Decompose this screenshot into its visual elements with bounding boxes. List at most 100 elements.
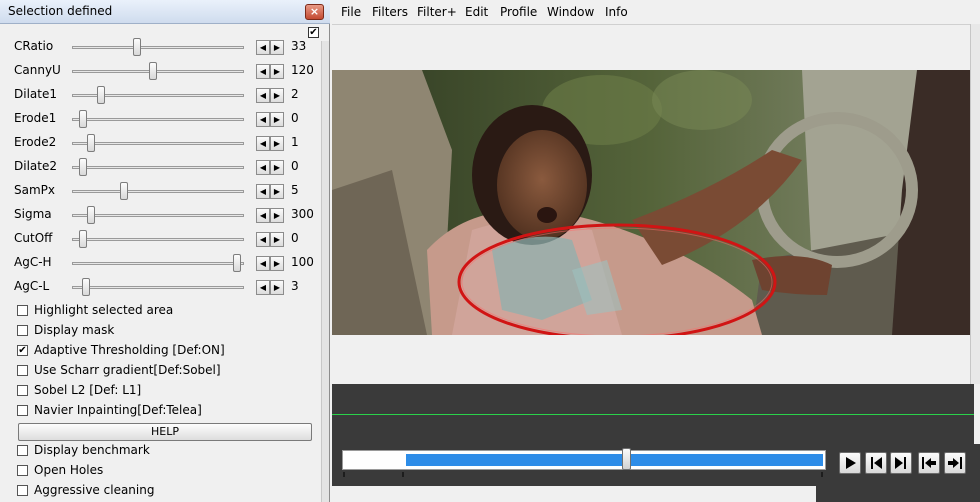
checkbox-label: Use Scharr gradient[Def:Sobel]: [34, 363, 221, 377]
increment-button[interactable]: ▶: [270, 208, 284, 223]
slider-track-agc-h[interactable]: [72, 262, 244, 265]
decrement-button[interactable]: ◀: [256, 208, 270, 223]
toolbar-area: [332, 24, 980, 70]
increment-button[interactable]: ▶: [270, 280, 284, 295]
slider-thumb-cannyu[interactable]: [149, 62, 157, 80]
slider-thumb-agc-h[interactable]: [233, 254, 241, 272]
decrement-button[interactable]: ◀: [256, 88, 270, 103]
slider-thumb-agc-l[interactable]: [82, 278, 90, 296]
slider-thumb-erode2[interactable]: [87, 134, 95, 152]
slider-value: 0: [291, 111, 299, 125]
increment-button[interactable]: ▶: [270, 232, 284, 247]
slider-track-cannyu[interactable]: [72, 70, 244, 73]
slider-track-erode1[interactable]: [72, 118, 244, 121]
slider-track-erode2[interactable]: [72, 142, 244, 145]
option-navier-inpainting-def-telea[interactable]: Navier Inpainting[Def:Telea]: [0, 401, 330, 421]
menu-edit[interactable]: Edit: [465, 5, 488, 19]
increment-button[interactable]: ▶: [270, 88, 284, 103]
increment-button[interactable]: ▶: [270, 160, 284, 175]
slider-row-cannyu: CannyU ◀ ▶ 120: [0, 59, 330, 83]
play-button[interactable]: [839, 452, 861, 474]
slider-track-cratio[interactable]: [72, 46, 244, 49]
go-start-button[interactable]: [918, 452, 940, 474]
slider-thumb-dilate2[interactable]: [79, 158, 87, 176]
decrement-button[interactable]: ◀: [256, 184, 270, 199]
increment-button[interactable]: ▶: [270, 256, 284, 271]
go-end-button[interactable]: [944, 452, 966, 474]
checkbox[interactable]: ✔: [17, 345, 28, 356]
slider-label: Erode1: [14, 111, 57, 125]
increment-button[interactable]: ▶: [270, 184, 284, 199]
seek-bar[interactable]: [342, 450, 826, 470]
slider-track-dilate2[interactable]: [72, 166, 244, 169]
vertical-scrollbar[interactable]: [970, 24, 980, 384]
checkbox[interactable]: [17, 385, 28, 396]
go-end-icon: [948, 457, 962, 469]
option-display-benchmark[interactable]: Display benchmark: [0, 441, 330, 461]
prev-frame-button[interactable]: [865, 452, 887, 474]
slider-thumb-sigma[interactable]: [87, 206, 95, 224]
dialog-titlebar[interactable]: Selection defined ×: [0, 0, 330, 24]
slider-row-cutoff: CutOff ◀ ▶ 0: [0, 227, 330, 251]
decrement-button[interactable]: ◀: [256, 160, 270, 175]
option-adaptive-thresholding-def-on[interactable]: ✔ Adaptive Thresholding [Def:ON]: [0, 341, 330, 361]
slider-thumb-dilate1[interactable]: [97, 86, 105, 104]
menu-file[interactable]: File: [341, 5, 361, 19]
decrement-button[interactable]: ◀: [256, 256, 270, 271]
slider-row-sigma: Sigma ◀ ▶ 300: [0, 203, 330, 227]
next-frame-icon: [895, 457, 906, 469]
increment-button[interactable]: ▶: [270, 112, 284, 127]
decrement-button[interactable]: ◀: [256, 64, 270, 79]
close-button[interactable]: ×: [305, 4, 324, 20]
option-display-mask[interactable]: Display mask: [0, 321, 330, 341]
menu-info[interactable]: Info: [605, 5, 628, 19]
checkbox[interactable]: [17, 485, 28, 496]
slider-track-sampx[interactable]: [72, 190, 244, 193]
slider-track-sigma[interactable]: [72, 214, 244, 217]
checkbox[interactable]: [17, 405, 28, 416]
slider-track-cutoff[interactable]: [72, 238, 244, 241]
slider-row-cratio: CRatio ◀ ▶ 33: [0, 35, 330, 59]
increment-button[interactable]: ▶: [270, 40, 284, 55]
option-highlight-selected-area[interactable]: Highlight selected area: [0, 301, 330, 321]
decrement-button[interactable]: ◀: [256, 280, 270, 295]
decrement-button[interactable]: ◀: [256, 112, 270, 127]
option-use-scharr-gradient-def-sobel[interactable]: Use Scharr gradient[Def:Sobel]: [0, 361, 330, 381]
checkbox[interactable]: [17, 305, 28, 316]
seek-selection-range: [406, 454, 823, 466]
slider-value: 3: [291, 279, 299, 293]
option-sobel-l2-def-l1[interactable]: Sobel L2 [Def: L1]: [0, 381, 330, 401]
menu-filters[interactable]: Filters: [372, 5, 408, 19]
seek-handle[interactable]: [622, 448, 631, 470]
slider-row-erode2: Erode2 ◀ ▶ 1: [0, 131, 330, 155]
option-open-holes[interactable]: Open Holes: [0, 461, 330, 481]
slider-thumb-cutoff[interactable]: [79, 230, 87, 248]
decrement-button[interactable]: ◀: [256, 232, 270, 247]
dialog-scrollbar[interactable]: [321, 41, 329, 502]
slider-row-dilate1: Dilate1 ◀ ▶ 2: [0, 83, 330, 107]
decrement-button[interactable]: ◀: [256, 40, 270, 55]
slider-thumb-erode1[interactable]: [79, 110, 87, 128]
slider-row-sampx: SamPx ◀ ▶ 5: [0, 179, 330, 203]
option-aggressive-cleaning[interactable]: Aggressive cleaning: [0, 481, 330, 501]
next-frame-button[interactable]: [890, 452, 912, 474]
checkbox[interactable]: [17, 325, 28, 336]
checkbox[interactable]: [17, 365, 28, 376]
slider-track-agc-l[interactable]: [72, 286, 244, 289]
increment-button[interactable]: ▶: [270, 136, 284, 151]
slider-label: CannyU: [14, 63, 61, 77]
preview-margin: [332, 335, 970, 384]
checkbox-label: Display mask: [34, 323, 115, 337]
decrement-button[interactable]: ◀: [256, 136, 270, 151]
help-button[interactable]: HELP: [18, 423, 312, 441]
checkbox[interactable]: [17, 445, 28, 456]
slider-thumb-cratio[interactable]: [133, 38, 141, 56]
slider-value: 120: [291, 63, 314, 77]
increment-button[interactable]: ▶: [270, 64, 284, 79]
menu-window[interactable]: Window: [547, 5, 594, 19]
menu-profile[interactable]: Profile: [500, 5, 537, 19]
checkbox[interactable]: [17, 465, 28, 476]
menu-filter-plus[interactable]: Filter+: [417, 5, 457, 19]
dialog-title: Selection defined: [8, 4, 113, 18]
slider-thumb-sampx[interactable]: [120, 182, 128, 200]
